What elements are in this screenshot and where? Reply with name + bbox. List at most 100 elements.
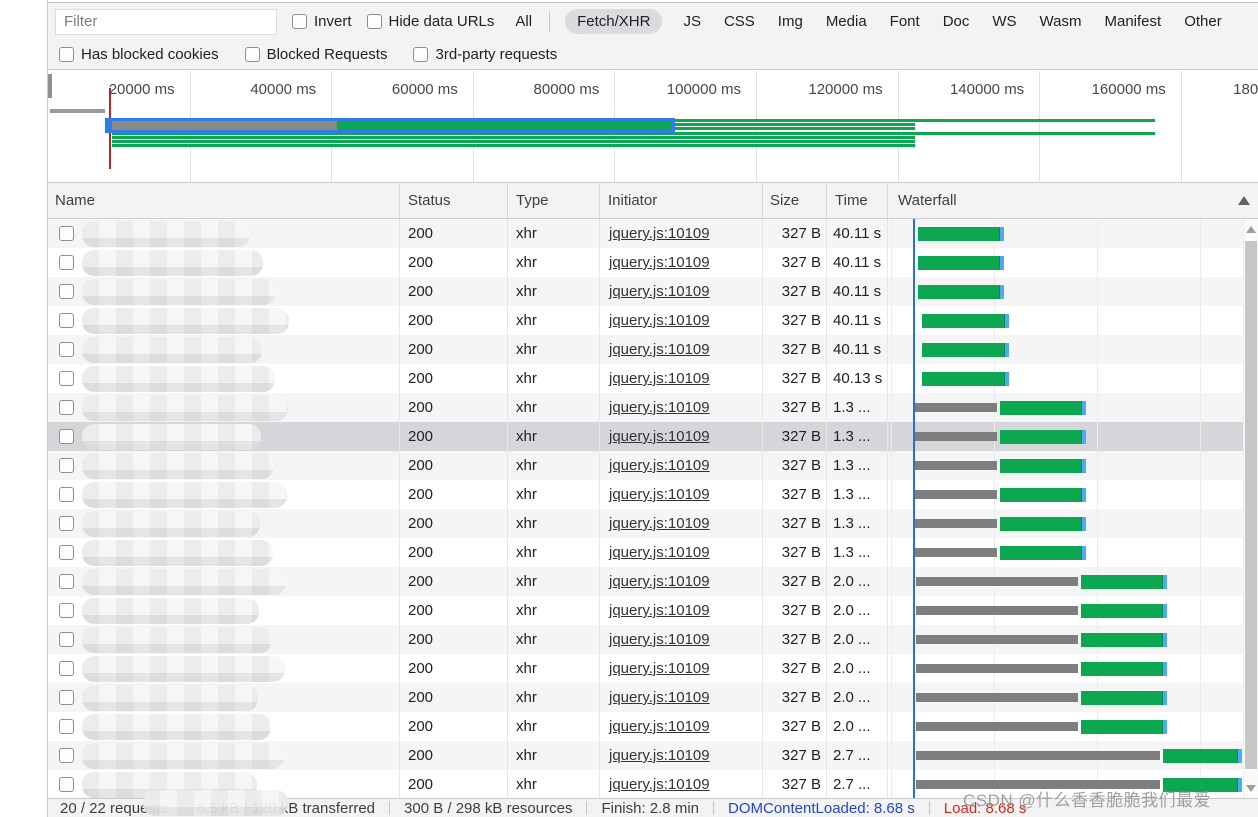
initiator-link[interactable]: jquery.js:10109 [609, 573, 710, 590]
column-header-name[interactable]: Name [48, 183, 400, 218]
initiator-link[interactable]: jquery.js:10109 [609, 486, 710, 503]
has-blocked-cookies-checkbox[interactable]: Has blocked cookies [59, 46, 219, 63]
row-checkbox[interactable] [59, 690, 74, 705]
filter-type-img[interactable]: Img [776, 9, 805, 34]
row-checkbox[interactable] [59, 255, 74, 270]
initiator-link[interactable]: jquery.js:10109 [609, 370, 710, 387]
table-row[interactable]: 200 xhr jquery.js:10109 327 B 1.3 ... [48, 538, 1243, 567]
initiator-link[interactable]: jquery.js:10109 [609, 283, 710, 300]
initiator-link[interactable]: jquery.js:10109 [609, 428, 710, 445]
row-checkbox[interactable] [59, 371, 74, 386]
initiator-link[interactable]: jquery.js:10109 [609, 312, 710, 329]
row-checkbox[interactable] [59, 429, 74, 444]
row-checkbox[interactable] [59, 458, 74, 473]
column-header-time[interactable]: Time [827, 183, 888, 218]
initiator-link[interactable]: jquery.js:10109 [609, 602, 710, 619]
table-row[interactable]: 200 xhr jquery.js:10109 327 B 2.0 ... [48, 683, 1243, 712]
waterfall-cell [888, 451, 1243, 480]
table-row[interactable]: 200 xhr jquery.js:10109 327 B 40.11 s [48, 219, 1243, 248]
initiator-link[interactable]: jquery.js:10109 [609, 544, 710, 561]
scrollbar-thumb[interactable] [1245, 241, 1257, 769]
row-checkbox[interactable] [59, 487, 74, 502]
filter-type-fetch-xhr[interactable]: Fetch/XHR [565, 9, 662, 34]
table-row[interactable]: 200 xhr jquery.js:10109 327 B 1.3 ... [48, 451, 1243, 480]
initiator-link[interactable]: jquery.js:10109 [609, 660, 710, 677]
filter-type-css[interactable]: CSS [722, 9, 757, 34]
row-checkbox[interactable] [59, 545, 74, 560]
time-cell: 40.11 s [827, 219, 888, 248]
initiator-link[interactable]: jquery.js:10109 [609, 254, 710, 271]
checkbox-icon[interactable] [413, 47, 428, 62]
filter-type-media[interactable]: Media [824, 9, 869, 34]
table-row[interactable]: 200 xhr jquery.js:10109 327 B 1.3 ... [48, 393, 1243, 422]
table-row[interactable]: 200 xhr jquery.js:10109 327 B 2.0 ... [48, 712, 1243, 741]
checkbox-icon[interactable] [59, 47, 74, 62]
row-checkbox[interactable] [59, 342, 74, 357]
row-checkbox[interactable] [59, 748, 74, 763]
filter-type-wasm[interactable]: Wasm [1038, 9, 1084, 34]
initiator-link[interactable]: jquery.js:10109 [609, 776, 710, 793]
table-row[interactable]: 200 xhr jquery.js:10109 327 B 40.13 s [48, 364, 1243, 393]
table-row[interactable]: 200 xhr jquery.js:10109 327 B 40.11 s [48, 277, 1243, 306]
column-header-size[interactable]: Size [763, 183, 827, 218]
column-header-initiator[interactable]: Initiator [600, 183, 763, 218]
row-checkbox[interactable] [59, 632, 74, 647]
row-checkbox[interactable] [59, 574, 74, 589]
3rd-party-requests-checkbox[interactable]: 3rd-party requests [413, 46, 557, 63]
column-header-status[interactable]: Status [400, 183, 508, 218]
invert-checkbox[interactable]: Invert [292, 13, 352, 30]
table-row[interactable]: 200 xhr jquery.js:10109 327 B 2.0 ... [48, 625, 1243, 654]
row-checkbox[interactable] [59, 313, 74, 328]
initiator-link[interactable]: jquery.js:10109 [609, 689, 710, 706]
row-checkbox[interactable] [59, 777, 74, 792]
filter-type-js[interactable]: JS [681, 9, 703, 34]
initiator-link[interactable]: jquery.js:10109 [609, 747, 710, 764]
initiator-link[interactable]: jquery.js:10109 [609, 631, 710, 648]
timeline-overview[interactable]: 20000 ms40000 ms60000 ms80000 ms100000 m… [48, 71, 1258, 183]
filter-type-all[interactable]: All [513, 9, 534, 34]
row-checkbox[interactable] [59, 284, 74, 299]
checkbox-icon[interactable] [245, 47, 260, 62]
table-row[interactable]: 200 xhr jquery.js:10109 327 B 2.0 ... [48, 567, 1243, 596]
filter-type-other[interactable]: Other [1182, 9, 1224, 34]
table-row[interactable]: 200 xhr jquery.js:10109 327 B 40.11 s [48, 306, 1243, 335]
scroll-down-icon[interactable] [1246, 785, 1256, 792]
sort-ascending-icon[interactable] [1238, 196, 1250, 205]
row-checkbox[interactable] [59, 516, 74, 531]
initiator-link[interactable]: jquery.js:10109 [609, 457, 710, 474]
table-row[interactable]: 200 xhr jquery.js:10109 327 B 1.3 ... [48, 509, 1243, 538]
vertical-scrollbar[interactable] [1243, 219, 1258, 798]
filter-type-ws[interactable]: WS [990, 9, 1018, 34]
table-row[interactable]: 200 xhr jquery.js:10109 327 B 1.3 ... [48, 480, 1243, 509]
row-checkbox[interactable] [59, 719, 74, 734]
initiator-link[interactable]: jquery.js:10109 [609, 718, 710, 735]
status-cell: 200 [400, 422, 508, 451]
filter-input[interactable] [55, 9, 277, 35]
column-header-waterfall[interactable]: Waterfall [888, 183, 1258, 218]
table-row[interactable]: 200 xhr jquery.js:10109 327 B 2.0 ... [48, 596, 1243, 625]
blocked-requests-checkbox[interactable]: Blocked Requests [245, 46, 388, 63]
initiator-link[interactable]: jquery.js:10109 [609, 341, 710, 358]
overview-left-handle[interactable] [48, 74, 52, 98]
table-row[interactable]: 200 xhr jquery.js:10109 327 B 2.0 ... [48, 654, 1243, 683]
checkbox-icon[interactable] [367, 14, 382, 29]
hide-data-urls-checkbox[interactable]: Hide data URLs [367, 13, 495, 30]
row-checkbox[interactable] [59, 603, 74, 618]
table-row[interactable]: 200 xhr jquery.js:10109 327 B 40.11 s [48, 335, 1243, 364]
table-row[interactable]: 200 xhr jquery.js:10109 327 B 2.7 ... [48, 741, 1243, 770]
column-header-type[interactable]: Type [508, 183, 600, 218]
filter-type-font[interactable]: Font [888, 9, 922, 34]
initiator-link[interactable]: jquery.js:10109 [609, 399, 710, 416]
filter-type-doc[interactable]: Doc [941, 9, 972, 34]
checkbox-icon[interactable] [292, 14, 307, 29]
row-checkbox[interactable] [59, 400, 74, 415]
waterfall-download-bar [1081, 662, 1163, 676]
row-checkbox[interactable] [59, 661, 74, 676]
initiator-link[interactable]: jquery.js:10109 [609, 515, 710, 532]
table-row[interactable]: 200 xhr jquery.js:10109 327 B 40.11 s [48, 248, 1243, 277]
table-row[interactable]: 200 xhr jquery.js:10109 327 B 1.3 ... [48, 422, 1243, 451]
initiator-link[interactable]: jquery.js:10109 [609, 225, 710, 242]
row-checkbox[interactable] [59, 226, 74, 241]
filter-type-manifest[interactable]: Manifest [1103, 9, 1164, 34]
scroll-up-icon[interactable] [1246, 226, 1256, 233]
